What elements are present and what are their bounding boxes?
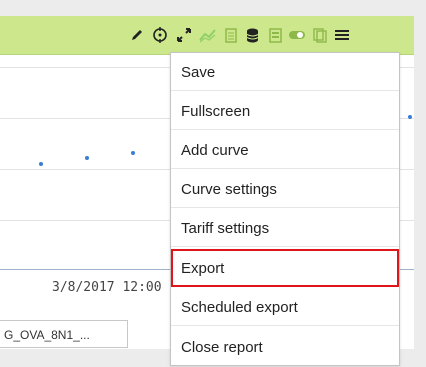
chart-point [85, 156, 89, 160]
menu-item-fullscreen[interactable]: Fullscreen [171, 92, 399, 130]
series-tab[interactable]: G_OVA_8N1_... [0, 320, 128, 348]
document-icon[interactable] [222, 26, 240, 44]
x-axis-tick-label: 3/8/2017 12:00 [52, 280, 162, 295]
menu-item-curve-settings[interactable]: Curve settings [171, 170, 399, 208]
menu-item-close-report[interactable]: Close report [171, 328, 399, 366]
chart-point [408, 115, 412, 119]
menu-item-export[interactable]: Export [171, 249, 399, 287]
chart-point [131, 151, 135, 155]
toggle-icon[interactable] [288, 26, 306, 44]
top-strip [0, 0, 414, 16]
menu-item-add-curve[interactable]: Add curve [171, 131, 399, 169]
report-icon[interactable] [266, 26, 284, 44]
menu-item-scheduled-export[interactable]: Scheduled export [171, 288, 399, 326]
pencil-icon[interactable] [128, 26, 146, 44]
database-icon[interactable] [243, 26, 261, 44]
report-toolbar [0, 16, 414, 55]
menu-item-tariff-settings[interactable]: Tariff settings [171, 209, 399, 247]
hamburger-menu-icon[interactable] [333, 26, 351, 44]
trend-line-icon[interactable] [199, 26, 217, 44]
crosshair-icon[interactable] [151, 26, 169, 44]
expand-icon[interactable] [175, 26, 193, 44]
menu-item-save[interactable]: Save [171, 53, 399, 91]
chart-point [39, 162, 43, 166]
bookmarks-icon[interactable] [311, 26, 329, 44]
report-context-menu: Save Fullscreen Add curve Curve settings… [170, 52, 400, 366]
